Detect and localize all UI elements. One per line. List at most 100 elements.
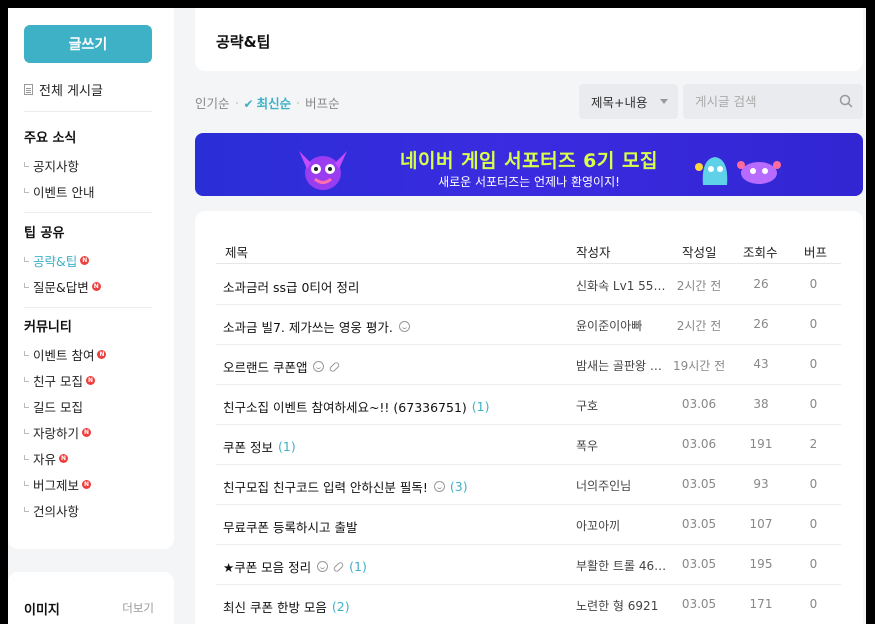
col-author: 작성자 [576,245,611,260]
sidebar-item-label: 길드 모집 [33,400,83,415]
comment-count[interactable]: (2) [332,599,350,614]
post-author[interactable]: 윤이준이아빠 [576,317,668,334]
new-badge: N [80,256,90,265]
post-views: 38 [753,397,769,411]
post-author[interactable]: 부활한 트롤 4612 [576,557,668,574]
sidebar-item-event-info[interactable]: 이벤트 안내 [24,182,94,201]
comment-count[interactable]: (3) [450,479,468,494]
section-title-community: 커뮤니티 [24,320,72,335]
sidebar-item-guild-recruit[interactable]: 길드 모집 [24,397,83,416]
post-title[interactable]: 오르랜드 쿠폰앱 [223,357,307,376]
post-title-cell: 쿠폰 정보 (1) [223,437,296,456]
post-buff: 0 [809,317,818,331]
sidebar-item-showoff[interactable]: 자랑하기 N [24,423,92,442]
post-buff: 0 [809,517,818,531]
search-input[interactable] [683,84,833,119]
more-link[interactable]: 더보기 [122,600,154,616]
new-badge: N [91,282,101,291]
write-post-button[interactable]: 글쓰기 [24,25,152,63]
document-icon [24,84,33,95]
post-title[interactable]: ★쿠폰 모음 정리 [223,557,311,576]
comment-count[interactable]: (1) [472,399,490,414]
sort-latest[interactable]: ✔ 최신순 [244,93,292,112]
post-views: 43 [753,357,769,371]
promo-banner[interactable]: 네이버 게임 서포터즈 6기 모집 새로운 서포터즈는 언제나 환영이지! [195,133,863,196]
post-title[interactable]: 소과금러 ss급 0티어 정리 [223,277,359,296]
post-buff: 0 [809,557,818,571]
post-buff: 2 [809,437,818,451]
table-row[interactable]: 친구소집 이벤트 참여하세요~!! (67336751) (1) 구호 03.06 38… [216,385,841,425]
post-title[interactable]: 친구모집 친구코드 입력 안하신분 필독! [223,477,428,496]
comment-count[interactable]: (1) [349,559,367,574]
post-title[interactable]: 소과금 빌7. 제가쓰는 영웅 평가. [223,317,393,336]
post-author[interactable]: 신화속 Lv1 5529 [576,277,668,294]
table-row[interactable]: 소과금 빌7. 제가쓰는 영웅 평가. 윤이준이아빠 2시간 전 26 0 [216,305,841,345]
sidebar-item-notice[interactable]: 공지사항 [24,156,79,175]
post-title[interactable]: 최신 쿠폰 한방 모음 [223,597,327,616]
post-buff: 0 [809,397,818,411]
post-title[interactable]: 쿠폰 정보 [223,437,273,456]
col-title: 제목 [225,245,249,260]
image-attachment-icon [317,561,329,572]
post-date: 2시간 전 [676,279,722,293]
table-row[interactable]: 최신 쿠폰 한방 모음 (2) 노련한 형 6921 03.05 171 0 [216,585,841,624]
sort-buff[interactable]: 버프순 [305,93,340,112]
sidebar-item-qna[interactable]: 질문&답변 N [24,277,101,296]
separator-dot [235,101,238,104]
post-date: 19시간 전 [673,359,726,373]
image-widget: 이미지 더보기 [8,572,174,624]
table-row[interactable]: 소과금러 ss급 0티어 정리 신화속 Lv1 5529 2시간 전 26 0 [216,265,841,305]
table-header: 제목 작성자 작성일 조회수 버프 [216,232,841,264]
sidebar-item-event-join[interactable]: 이벤트 참여 N [24,345,107,364]
post-buff: 0 [809,357,818,371]
sidebar-item-friend-recruit[interactable]: 친구 모집 N [24,371,95,390]
sidebar-item-bug-report[interactable]: 버그제보 N [24,475,92,494]
sidebar-item-guides-tips[interactable]: 공략&팁 N [24,251,90,270]
table-row[interactable]: 무료쿠폰 등록하시고 출발 아꼬아끼 03.05 107 0 [216,505,841,545]
table-row[interactable]: 오르랜드 쿠폰앱 밤새는 골판왕 … 19시간 전 43 0 [216,345,841,385]
post-views: 191 [749,437,773,451]
col-buff: 버프 [804,245,828,260]
link-icon [328,360,341,373]
post-date: 03.06 [681,397,717,411]
post-author[interactable]: 아꼬아끼 [576,517,668,534]
image-attachment-icon [398,321,410,332]
post-views: 195 [749,557,773,571]
col-views: 조회수 [743,245,778,260]
post-buff: 0 [809,597,818,611]
table-row[interactable]: ★쿠폰 모음 정리 (1) 부활한 트롤 4612 03.05 195 0 [216,545,841,585]
post-date: 03.05 [681,557,717,571]
table-row[interactable]: 쿠폰 정보 (1) 폭우 03.06 191 2 [216,425,841,465]
all-posts-label: 전체 게시글 [39,84,103,99]
post-author[interactable]: 노련한 형 6921 [576,597,668,614]
post-title[interactable]: 무료쿠폰 등록하시고 출발 [223,517,357,536]
sidebar: 글쓰기 전체 게시글 주요 소식 공지사항 이벤트 안내 팁 공유 공략&팁 N… [8,8,174,549]
tree-line-icon [24,506,29,512]
search-icon[interactable] [839,94,853,108]
search-scope-select[interactable]: 제목+내용 [579,84,678,119]
post-buff: 0 [809,477,818,491]
post-author[interactable]: 너의주인님 [576,477,668,494]
image-attachment-icon [313,361,325,372]
post-author[interactable]: 밤새는 골판왕 … [576,357,668,374]
sidebar-item-free[interactable]: 자유 N [24,449,69,468]
post-date: 03.05 [681,477,717,491]
all-posts-link[interactable]: 전체 게시글 [24,80,103,99]
post-table: 제목 작성자 작성일 조회수 버프 소과금러 ss급 0티어 정리 신화속 Lv1… [195,211,863,624]
image-attachment-icon [433,481,445,492]
post-title[interactable]: 친구소집 이벤트 참여하세요~!! (67336751) [223,397,467,416]
sidebar-item-label: 공략&팁 [33,254,78,269]
post-author[interactable]: 구호 [576,397,668,414]
sort-popular[interactable]: 인기순 [195,93,230,112]
comment-count[interactable]: (1) [278,439,296,454]
table-row[interactable]: 친구모집 친구코드 입력 안하신분 필독! (3) 너의주인님 03.05 93 0 [216,465,841,505]
post-author[interactable]: 폭우 [576,437,668,454]
post-date: 03.06 [681,437,717,451]
search-scope-value: 제목+내용 [591,95,648,110]
sidebar-item-suggestions[interactable]: 건의사항 [24,501,79,520]
post-title-cell: 오르랜드 쿠폰앱 [223,357,341,376]
tree-line-icon [24,187,29,193]
chevron-down-icon [660,99,668,104]
mascot-right-image [695,157,781,185]
post-title-cell: 친구소집 이벤트 참여하세요~!! (67336751) (1) [223,397,490,416]
